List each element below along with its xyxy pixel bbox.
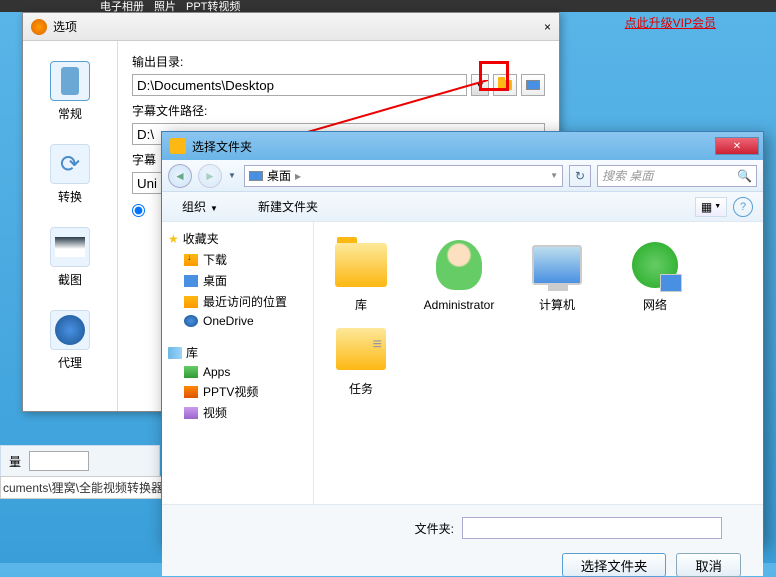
tree-item-desktop[interactable]: 桌面 <box>166 270 309 291</box>
folder-name-input[interactable] <box>462 517 722 539</box>
background-path-text: cuments\狸窝\全能视频转换器 <box>0 476 166 499</box>
output-dir-browse-button[interactable] <box>493 74 517 96</box>
tree-library-header[interactable]: 库 <box>166 342 309 363</box>
sidebar-item-convert[interactable]: ⟳ 转换 <box>23 136 117 219</box>
nav-history-dropdown[interactable]: ▼ <box>228 171 238 180</box>
picker-toolbar: 组织▼ 新建文件夹 ▦▼ ? <box>162 192 763 222</box>
file-item-user[interactable]: Administrator <box>422 236 496 314</box>
view-mode-button[interactable]: ▦▼ <box>695 197 727 217</box>
tree-item-apps[interactable]: Apps <box>166 363 309 381</box>
tree-favorites-header[interactable]: ★收藏夹 <box>166 228 309 249</box>
picker-titlebar: 选择文件夹 ✕ <box>162 132 763 160</box>
search-input[interactable]: 搜索 桌面 🔍 <box>597 165 757 187</box>
output-dir-label: 输出目录: <box>132 53 545 70</box>
picker-footer: 文件夹: 选择文件夹 取消 <box>162 504 763 576</box>
options-title-text: 选项 <box>53 18 77 35</box>
picker-tree-panel: ★收藏夹 下载 桌面 最近访问的位置 OneDrive 库 Apps PPTV视… <box>162 222 314 504</box>
convert-icon: ⟳ <box>60 150 80 179</box>
tree-item-recent[interactable]: 最近访问的位置 <box>166 291 309 312</box>
library-folder-icon <box>335 243 387 287</box>
output-dir-dropdown[interactable]: ▾ <box>471 74 489 96</box>
folder-picker-dialog: 选择文件夹 ✕ ◄ ► ▼ 桌面 ▸ ▼ ↻ 搜索 桌面 🔍 组织▼ 新建文件夹… <box>161 131 764 545</box>
desktop-icon <box>249 171 263 181</box>
apps-icon <box>184 366 198 378</box>
picker-content-panel: 库 Administrator 计算机 网络 任务 <box>314 222 763 504</box>
sidebar-label: 代理 <box>23 354 117 371</box>
new-folder-button[interactable]: 新建文件夹 <box>248 195 328 218</box>
sidebar-item-general[interactable]: 常规 <box>23 53 117 136</box>
folder-icon <box>498 80 512 90</box>
sidebar-label: 常规 <box>23 105 117 122</box>
cancel-button[interactable]: 取消 <box>676 553 741 577</box>
chevron-right-icon: ▸ <box>295 169 301 183</box>
file-item-network[interactable]: 网络 <box>618 236 692 314</box>
computer-icon <box>532 245 582 285</box>
picker-close-button[interactable]: ✕ <box>715 137 759 155</box>
breadcrumb-dropdown-icon[interactable]: ▼ <box>550 171 558 180</box>
tree-item-pptv[interactable]: PPTV视频 <box>166 381 309 402</box>
pptv-icon <box>184 386 198 398</box>
nav-back-button[interactable]: ◄ <box>168 164 192 188</box>
output-dir-open-button[interactable] <box>521 74 545 96</box>
file-item-tasks[interactable]: 任务 <box>324 320 398 398</box>
options-titlebar: 选项 × <box>23 13 559 41</box>
folder-name-label: 文件夹: <box>398 520 454 537</box>
organize-button[interactable]: 组织▼ <box>172 195 228 218</box>
subtitle-path-label: 字幕文件路径: <box>132 102 545 119</box>
file-item-library[interactable]: 库 <box>324 236 398 314</box>
onedrive-icon <box>184 315 198 327</box>
desktop-icon <box>184 275 198 287</box>
refresh-button[interactable]: ↻ <box>569 165 591 187</box>
screenshot-icon <box>55 237 85 257</box>
search-placeholder: 搜索 桌面 <box>602 167 653 184</box>
tasks-folder-icon <box>336 328 386 370</box>
download-icon <box>184 254 198 266</box>
picker-nav-bar: ◄ ► ▼ 桌面 ▸ ▼ ↻ 搜索 桌面 🔍 <box>162 160 763 192</box>
vip-upgrade-link[interactable]: 点此升级VIP会员 <box>625 14 716 31</box>
recent-icon <box>184 296 198 308</box>
star-icon: ★ <box>168 232 179 246</box>
options-sidebar: 常规 ⟳ 转换 截图 代理 <box>23 41 118 411</box>
options-close-button[interactable]: × <box>544 20 551 34</box>
sidebar-item-screenshot[interactable]: 截图 <box>23 219 117 302</box>
sidebar-label: 截图 <box>23 271 117 288</box>
quality-dropdown[interactable] <box>29 451 89 471</box>
picker-title-icon <box>170 138 186 154</box>
search-icon: 🔍 <box>737 169 752 183</box>
options-app-icon <box>31 19 47 35</box>
library-icon <box>168 347 182 359</box>
user-icon <box>436 240 482 290</box>
background-menu: 电子相册照片PPT转视频 <box>0 0 776 12</box>
breadcrumb-bar[interactable]: 桌面 ▸ ▼ <box>244 165 563 187</box>
select-folder-button[interactable]: 选择文件夹 <box>562 553 667 577</box>
video-icon <box>184 407 198 419</box>
network-icon <box>632 242 678 288</box>
output-dir-input[interactable] <box>132 74 467 96</box>
picker-title-text: 选择文件夹 <box>192 138 252 155</box>
nav-forward-button[interactable]: ► <box>198 164 222 188</box>
sidebar-label: 转换 <box>23 188 117 205</box>
background-quality-bar: 量 <box>0 445 160 477</box>
tree-item-downloads[interactable]: 下载 <box>166 249 309 270</box>
file-item-computer[interactable]: 计算机 <box>520 236 594 314</box>
general-icon <box>61 67 79 95</box>
radio-option-1[interactable] <box>132 204 145 217</box>
proxy-icon <box>55 315 85 345</box>
tree-item-onedrive[interactable]: OneDrive <box>166 312 309 330</box>
tree-item-video[interactable]: 视频 <box>166 402 309 423</box>
sidebar-item-proxy[interactable]: 代理 <box>23 302 117 385</box>
breadcrumb-location: 桌面 <box>267 167 291 184</box>
monitor-icon <box>526 80 540 90</box>
help-button[interactable]: ? <box>733 197 753 217</box>
